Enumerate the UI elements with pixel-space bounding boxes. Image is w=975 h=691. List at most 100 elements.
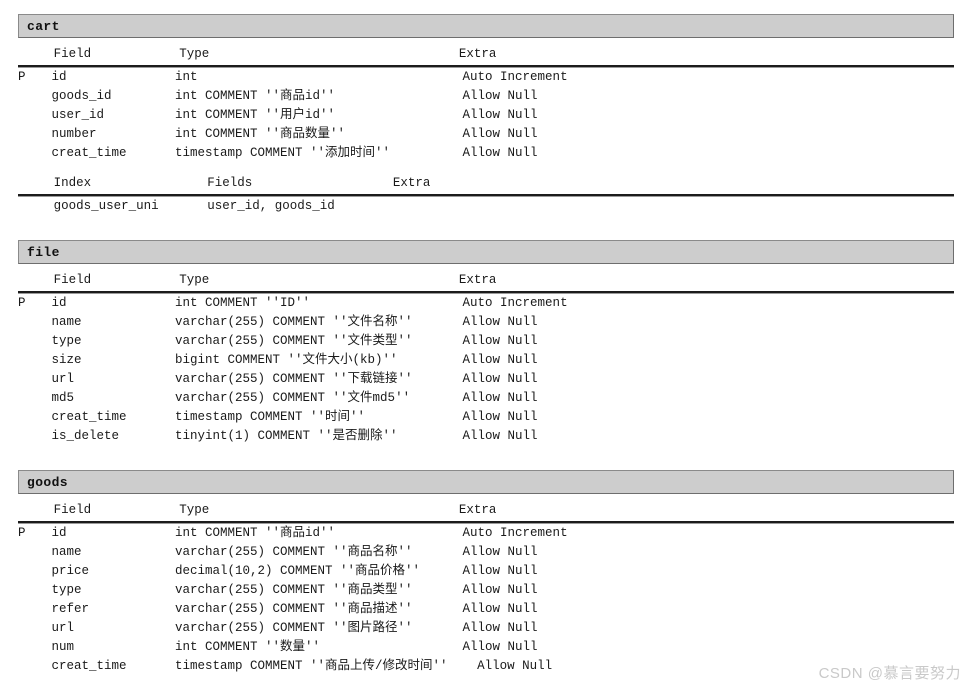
table-block-file: file Field Type Extra P id int COMMENT '…: [18, 240, 954, 446]
row-field-name: is_delete: [51, 429, 120, 443]
table-row: type varchar(255) COMMENT ''文件类型'' Allow…: [18, 332, 954, 351]
row-field-name: number: [51, 127, 97, 141]
row-field-name: id: [51, 70, 67, 84]
table-row: refer varchar(255) COMMENT ''商品描述'' Allo…: [18, 600, 954, 619]
row-field-type: timestamp COMMENT ''商品上传/修改时间'': [175, 659, 448, 673]
row-field-type: varchar(255) COMMENT ''文件md5'': [175, 391, 411, 405]
row-key-marker: P: [18, 296, 26, 310]
row-field-extra: Allow Null: [462, 391, 538, 405]
table-row: url varchar(255) COMMENT ''下载链接'' Allow …: [18, 370, 954, 389]
row-field-name: name: [51, 545, 82, 559]
table-row: creat_time timestamp COMMENT ''时间'' Allo…: [18, 408, 954, 427]
column-header-type: Type: [179, 503, 210, 517]
index-row-name: goods_user_uni: [53, 199, 159, 213]
row-field-type: int COMMENT ''用户id'': [175, 108, 336, 122]
row-field-extra: Allow Null: [477, 659, 553, 673]
row-field-extra: Allow Null: [462, 353, 538, 367]
table-row: creat_time timestamp COMMENT ''添加时间'' Al…: [18, 144, 954, 163]
row-field-extra: Auto Increment: [462, 70, 568, 84]
index-header-fields: Fields: [207, 176, 253, 190]
row-field-extra: Allow Null: [462, 640, 538, 654]
column-header-field: Field: [53, 47, 92, 61]
table-row: number int COMMENT ''商品数量'' Allow Null: [18, 125, 954, 144]
column-header-row-cart: Field Type Extra: [18, 44, 954, 65]
row-field-name: name: [51, 315, 82, 329]
column-header-row-file: Field Type Extra: [18, 270, 954, 291]
column-header-field: Field: [53, 503, 92, 517]
index-header-index: Index: [53, 176, 92, 190]
table-row: is_delete tinyint(1) COMMENT ''是否删除'' Al…: [18, 427, 954, 446]
schema-diagram: cart Field Type Extra P id int Auto Incr…: [0, 0, 975, 691]
table-row: url varchar(255) COMMENT ''图片路径'' Allow …: [18, 619, 954, 638]
row-field-type: int COMMENT ''商品数量'': [175, 127, 346, 141]
row-field-name: type: [51, 583, 82, 597]
row-field-type: decimal(10,2) COMMENT ''商品价格'': [175, 564, 421, 578]
row-field-extra: Allow Null: [462, 315, 538, 329]
table-name-goods: goods: [27, 474, 69, 490]
row-field-extra: Allow Null: [462, 89, 538, 103]
row-field-type: varchar(255) COMMENT ''文件类型'': [175, 334, 413, 348]
row-field-name: refer: [51, 602, 90, 616]
row-field-type: timestamp COMMENT ''时间'': [175, 410, 366, 424]
csdn-watermark: CSDN @慕言要努力: [818, 665, 961, 682]
row-field-extra: Auto Increment: [462, 526, 568, 540]
row-key-marker: P: [18, 526, 26, 540]
table-row: size bigint COMMENT ''文件大小(kb)'' Allow N…: [18, 351, 954, 370]
row-field-type: varchar(255) COMMENT ''图片路径'': [175, 621, 413, 635]
index-row-fields: user_id, goods_id: [207, 199, 335, 213]
row-field-name: num: [51, 640, 75, 654]
table-row: goods_id int COMMENT ''商品id'' Allow Null: [18, 87, 954, 106]
row-field-name: url: [51, 372, 75, 386]
column-header-type: Type: [179, 47, 210, 61]
row-field-extra: Allow Null: [462, 372, 538, 386]
row-field-name: md5: [51, 391, 75, 405]
table-row: name varchar(255) COMMENT ''商品名称'' Allow…: [18, 543, 954, 562]
row-field-type: varchar(255) COMMENT ''商品类型'': [175, 583, 413, 597]
row-field-type: int COMMENT ''ID'': [175, 296, 311, 310]
table-row: num int COMMENT ''数量'' Allow Null: [18, 638, 954, 657]
table-row: type varchar(255) COMMENT ''商品类型'' Allow…: [18, 581, 954, 600]
table-row: user_id int COMMENT ''用户id'' Allow Null: [18, 106, 954, 125]
row-field-extra: Auto Increment: [462, 296, 568, 310]
table-block-goods: goods Field Type Extra P id int COMMENT …: [18, 470, 954, 676]
row-field-type: varchar(255) COMMENT ''商品名称'': [175, 545, 413, 559]
column-header-row-goods: Field Type Extra: [18, 500, 954, 521]
table-row: md5 varchar(255) COMMENT ''文件md5'' Allow…: [18, 389, 954, 408]
row-field-extra: Allow Null: [462, 583, 538, 597]
row-key-marker: P: [18, 70, 26, 84]
row-field-extra: Allow Null: [462, 602, 538, 616]
row-field-extra: Allow Null: [462, 108, 538, 122]
row-field-name: user_id: [51, 108, 105, 122]
column-header-extra: Extra: [458, 47, 497, 61]
table-name-cart: cart: [27, 18, 60, 34]
table-row: name varchar(255) COMMENT ''文件名称'' Allow…: [18, 313, 954, 332]
column-header-type: Type: [179, 273, 210, 287]
row-field-extra: Allow Null: [462, 334, 538, 348]
table-title-bar-file[interactable]: file: [18, 240, 954, 264]
table-row: P id int Auto Increment: [18, 68, 954, 87]
row-field-type: varchar(255) COMMENT ''文件名称'': [175, 315, 413, 329]
table-row: price decimal(10,2) COMMENT ''商品价格'' All…: [18, 562, 954, 581]
table-title-bar-goods[interactable]: goods: [18, 470, 954, 494]
column-header-field: Field: [53, 273, 92, 287]
row-field-type: timestamp COMMENT ''添加时间'': [175, 146, 391, 160]
row-field-type: bigint COMMENT ''文件大小(kb)'': [175, 353, 398, 367]
row-field-name: creat_time: [51, 146, 127, 160]
row-field-name: goods_id: [51, 89, 112, 103]
row-field-name: type: [51, 334, 82, 348]
index-header-extra: Extra: [392, 176, 431, 190]
table-title-bar-cart[interactable]: cart: [18, 14, 954, 38]
row-field-extra: Allow Null: [462, 146, 538, 160]
row-field-type: varchar(255) COMMENT ''下载链接'': [175, 372, 413, 386]
row-field-type: varchar(255) COMMENT ''商品描述'': [175, 602, 413, 616]
row-field-extra: Allow Null: [462, 127, 538, 141]
table-block-cart: cart Field Type Extra P id int Auto Incr…: [18, 14, 954, 216]
table-row: P id int COMMENT ''ID'' Auto Increment: [18, 294, 954, 313]
index-header-row-cart: Index Fields Extra: [18, 163, 954, 194]
row-field-extra: Allow Null: [462, 621, 538, 635]
index-row: goods_user_uni user_id, goods_id: [18, 197, 954, 216]
row-field-type: int COMMENT ''数量'': [175, 640, 321, 654]
row-field-name: size: [51, 353, 82, 367]
row-field-name: url: [51, 621, 75, 635]
row-field-type: int: [175, 70, 198, 84]
